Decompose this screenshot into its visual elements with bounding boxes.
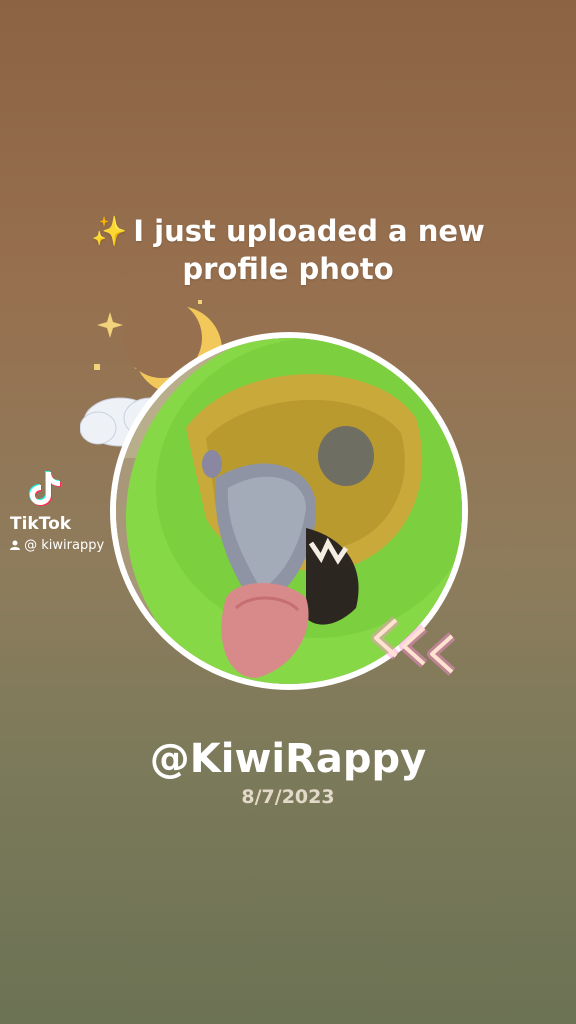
headline: ✨ I just uploaded a new profile photo [0, 212, 576, 288]
chevron-decoration-icon [371, 616, 456, 676]
headline-line-2: profile photo [182, 252, 394, 286]
tiktok-brand-label: TikTok [10, 514, 72, 534]
headline-text-1: I just uploaded a new [133, 214, 485, 248]
tiktok-logo-icon [29, 471, 61, 506]
upload-date: 8/7/2023 [241, 786, 335, 808]
sparkle-icon: ✨ [91, 214, 128, 248]
user-icon [10, 540, 20, 550]
tiktok-watermark: TikTok @ kiwirappy [10, 468, 104, 553]
headline-line-1: ✨ I just uploaded a new [0, 212, 576, 250]
profile-username: @KiwiRappy [149, 736, 427, 782]
watermark-handle: @ kiwirappy [10, 538, 104, 553]
watermark-handle-text: @ kiwirappy [24, 538, 105, 553]
